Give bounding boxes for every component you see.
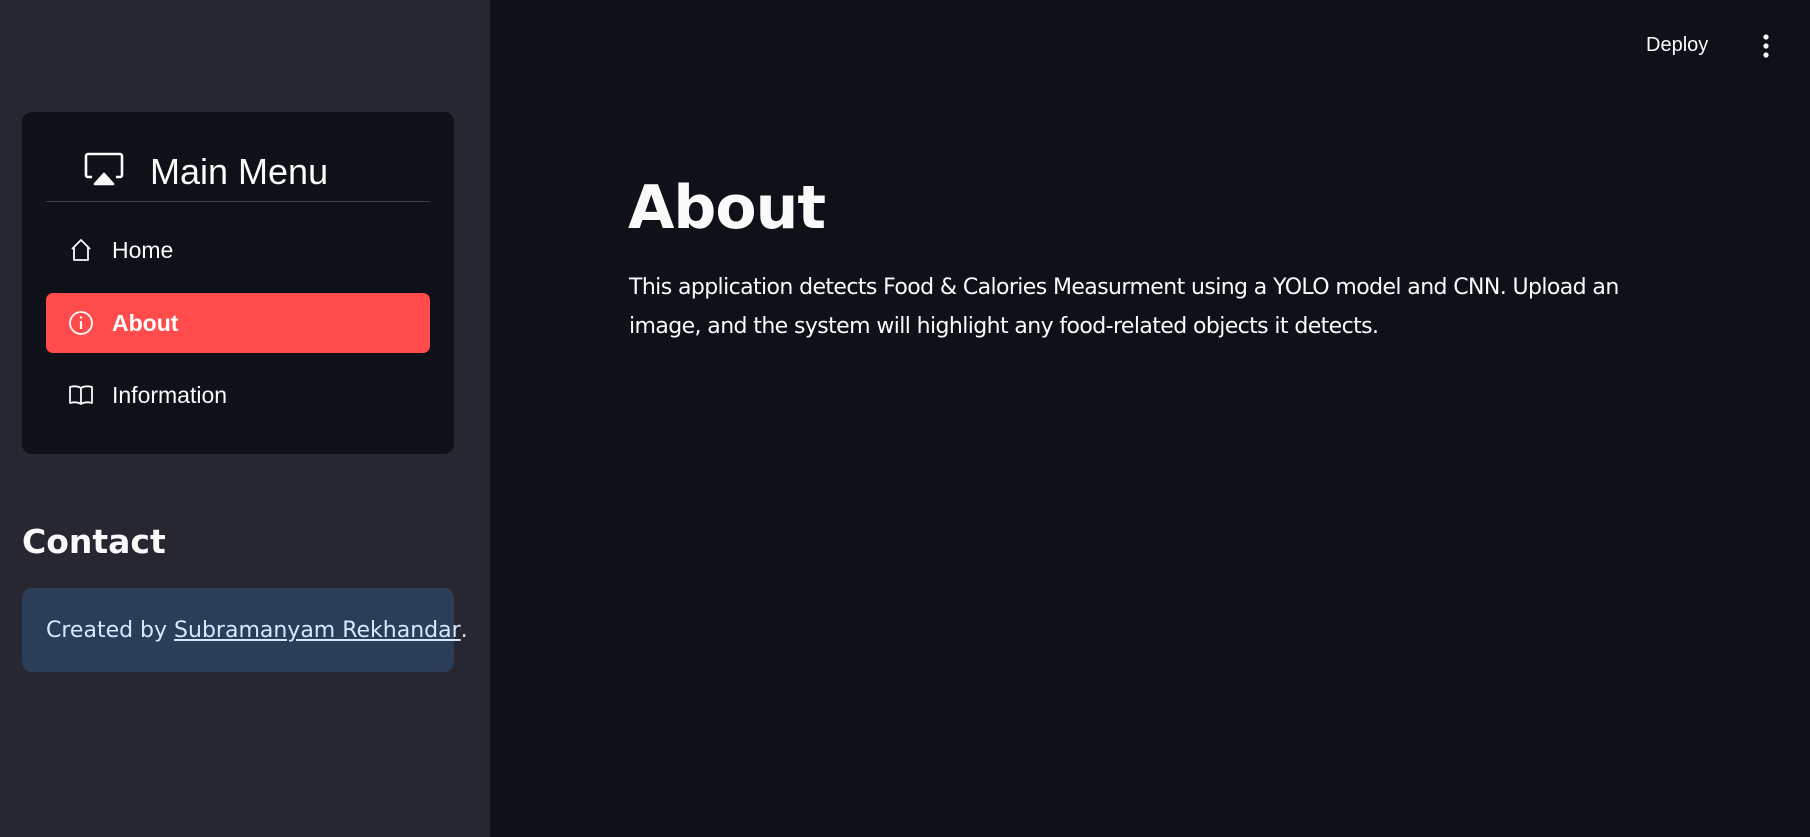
contact-info-box: Created by Subramanyam Rekhandar . xyxy=(22,588,468,672)
menu-title: Main Menu xyxy=(150,151,329,192)
deploy-button[interactable]: Deploy xyxy=(1646,34,1708,57)
sidebar-item-label: Home xyxy=(112,237,174,263)
house-icon xyxy=(68,237,94,263)
page-title: About xyxy=(628,173,826,243)
sidebar-item-label: Information xyxy=(112,382,228,408)
sidebar-item-label: About xyxy=(112,310,179,336)
more-vertical-icon[interactable] xyxy=(1756,32,1776,60)
contact-prefix: Created by xyxy=(46,617,175,643)
main-menu-card: Main Menu Home About Information xyxy=(22,112,454,454)
page-description: This application detects Food & Calories… xyxy=(629,275,1619,339)
contact-heading: Contact xyxy=(22,522,166,561)
sidebar-item-about[interactable]: About xyxy=(46,293,430,353)
author-link[interactable]: Subramanyam Rekhandar xyxy=(174,618,461,643)
sidebar: Main Menu Home About Information Contact… xyxy=(0,0,490,837)
menu-header: Main Menu xyxy=(46,140,430,202)
cast-icon xyxy=(84,152,124,186)
book-icon xyxy=(68,382,94,408)
contact-suffix: . xyxy=(460,617,468,643)
sidebar-item-information[interactable]: Information xyxy=(46,365,430,425)
sidebar-item-home[interactable]: Home xyxy=(46,220,430,280)
info-circle-icon xyxy=(68,310,94,336)
